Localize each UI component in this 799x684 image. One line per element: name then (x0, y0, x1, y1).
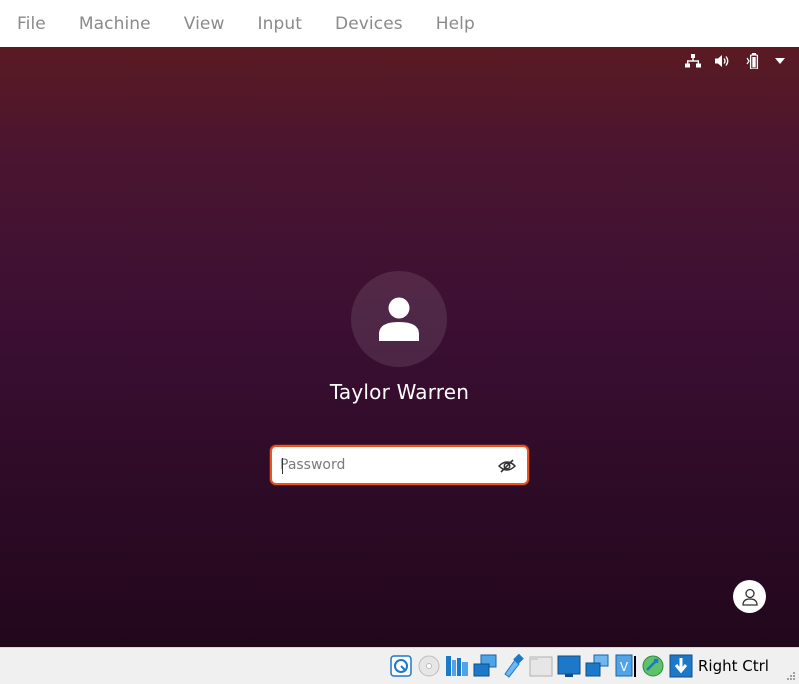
user-avatar-icon (379, 297, 419, 341)
guest-login-screen: Taylor Warren (0, 47, 799, 647)
menu-machine[interactable]: Machine (79, 14, 151, 34)
mouse-integration-icon[interactable] (641, 654, 665, 678)
shared-folders-icon[interactable] (529, 654, 553, 678)
vm-statusbar: V Right Ctrl (0, 647, 799, 684)
network-adapters-icon[interactable] (473, 654, 497, 678)
virtualization-icon[interactable]: V (613, 654, 637, 678)
audio-icon[interactable] (445, 654, 469, 678)
menu-help[interactable]: Help (436, 14, 475, 34)
host-key-label: Right Ctrl (698, 657, 769, 675)
system-status-area[interactable] (685, 53, 785, 69)
optical-drive-icon[interactable] (417, 654, 441, 678)
volume-icon (715, 55, 729, 67)
usb-icon[interactable] (501, 654, 525, 678)
system-menu-arrow-icon (775, 58, 785, 64)
text-caret (282, 458, 283, 474)
user-avatar[interactable] (351, 271, 447, 367)
device-indicators: V (389, 654, 693, 678)
password-field[interactable] (270, 445, 529, 485)
reveal-password-icon[interactable] (498, 457, 516, 475)
svg-text:V: V (620, 660, 629, 674)
hard-disk-icon[interactable] (389, 654, 413, 678)
menu-devices[interactable]: Devices (335, 14, 403, 34)
user-name-label: Taylor Warren (329, 380, 470, 404)
person-icon (741, 588, 758, 606)
accessibility-button[interactable] (733, 580, 766, 613)
vm-menubar: File Machine View Input Devices Help (0, 0, 799, 47)
resize-grip-icon[interactable] (785, 670, 795, 680)
battery-icon (746, 53, 759, 69)
network-icon (685, 54, 701, 68)
password-input[interactable] (280, 453, 490, 477)
recording-icon[interactable] (585, 654, 609, 678)
display-icon[interactable] (557, 654, 581, 678)
menu-view[interactable]: View (184, 14, 225, 34)
menu-input[interactable]: Input (257, 14, 302, 34)
menu-file[interactable]: File (17, 14, 46, 34)
keyboard-capture-icon[interactable] (669, 654, 693, 678)
